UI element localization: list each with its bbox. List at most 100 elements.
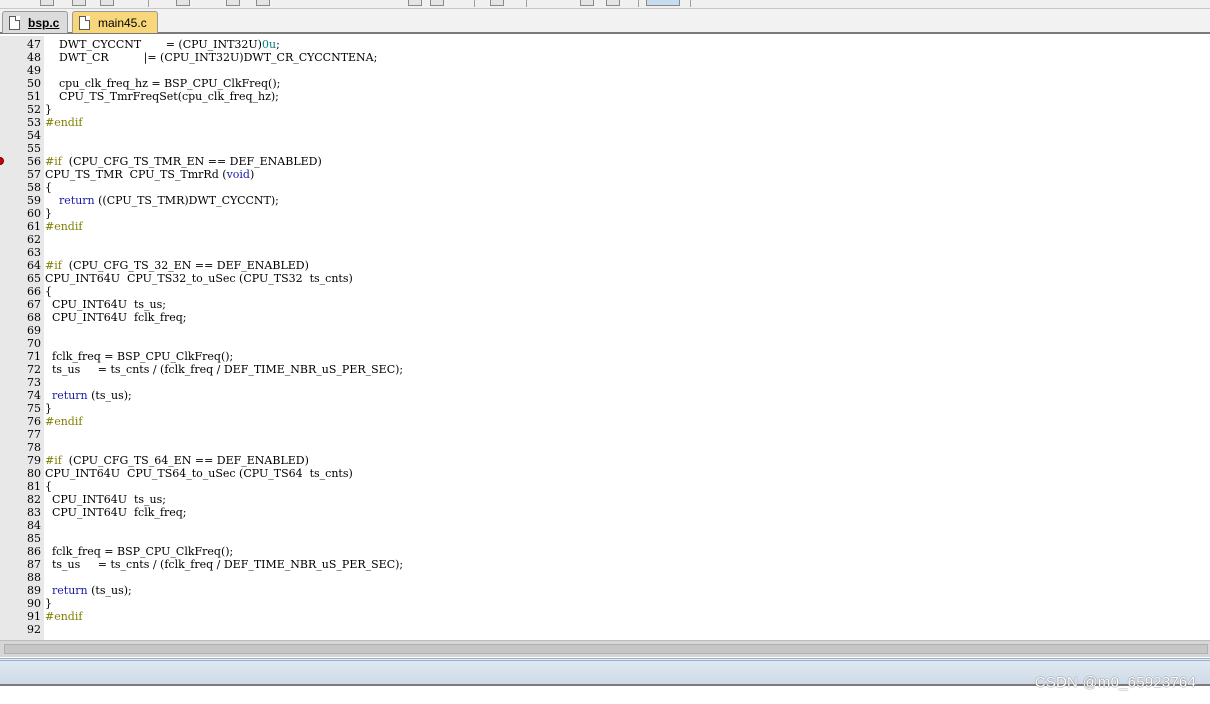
code-line[interactable]: 91 #endif xyxy=(0,610,1210,623)
code-line[interactable]: 60} xyxy=(0,207,1210,220)
line-number: 70 xyxy=(27,337,41,350)
code-line[interactable]: 57 CPU_TS_TMR CPU_TS_TmrRd (void) xyxy=(0,168,1210,181)
code-token: ts_us = ts_cnts / (fclk_freq / DEF_TIME_… xyxy=(45,558,404,571)
code-line[interactable]: 54 xyxy=(0,129,1210,142)
code-line[interactable]: 70 xyxy=(0,337,1210,350)
line-number: 47 xyxy=(27,38,41,51)
code-text: #endif xyxy=(45,220,82,233)
code-token: CPU_INT64U CPU_TS32_to_uSec (CPU_TS32 ts… xyxy=(45,272,353,285)
toolbar-button[interactable] xyxy=(580,0,594,6)
code-line[interactable]: 92 xyxy=(0,623,1210,636)
line-number: 64 xyxy=(27,259,41,272)
code-line[interactable]: 58 { xyxy=(0,181,1210,194)
keyword-token: void xyxy=(226,168,250,181)
code-line[interactable]: 76 #endif xyxy=(0,415,1210,428)
code-line[interactable]: 86 fclk_freq = BSP_CPU_ClkFreq(); xyxy=(0,545,1210,558)
code-line[interactable]: 62 xyxy=(0,233,1210,246)
code-text: CPU_INT64U CPU_TS32_to_uSec (CPU_TS32 ts… xyxy=(45,272,353,285)
code-line[interactable]: 55 xyxy=(0,142,1210,155)
code-line[interactable]: 65 CPU_INT64U CPU_TS32_to_uSec (CPU_TS32 … xyxy=(0,272,1210,285)
editor-tab-bar: bsp.c main45.c xyxy=(0,9,1210,34)
code-line[interactable]: 71 fclk_freq = BSP_CPU_ClkFreq(); xyxy=(0,350,1210,363)
code-line[interactable]: 72 ts_us = ts_cnts / (fclk_freq / DEF_TI… xyxy=(0,363,1210,376)
code-text: ts_us = ts_cnts / (fclk_freq / DEF_TIME_… xyxy=(45,363,403,376)
code-token: } xyxy=(45,402,52,415)
code-line[interactable]: 51 CPU_TS_TmrFreqSet(cpu_clk_freq_hz); xyxy=(0,90,1210,103)
toolbar-button[interactable] xyxy=(100,0,114,6)
code-line[interactable]: 74 return (ts_us); xyxy=(0,389,1210,402)
code-token: CPU_INT64U CPU_TS64_to_uSec (CPU_TS64 ts… xyxy=(45,467,353,480)
line-number: 49 xyxy=(27,64,41,77)
code-token: (ts_us); xyxy=(87,389,132,402)
code-line[interactable]: 53 #endif xyxy=(0,116,1210,129)
code-line[interactable]: 61 #endif xyxy=(0,220,1210,233)
code-editor[interactable]: 47 DWT_CYCCNT = (CPU_INT32U)0u; 48 DWT_CR… xyxy=(0,36,1210,640)
code-line[interactable]: 50 cpu_clk_freq_hz = BSP_CPU_ClkFreq(); xyxy=(0,77,1210,90)
code-token: } xyxy=(45,207,52,220)
toolbar-button[interactable] xyxy=(430,0,444,6)
toolbar-button[interactable] xyxy=(256,0,270,6)
code-line[interactable]: 85 xyxy=(0,532,1210,545)
line-number: 67 xyxy=(27,298,41,311)
code-line[interactable]: 64 #if (CPU_CFG_TS_32_EN == DEF_ENABLED) xyxy=(0,259,1210,272)
code-line[interactable]: 90} xyxy=(0,597,1210,610)
line-number: 83 xyxy=(27,506,41,519)
code-line[interactable]: 67 CPU_INT64U ts_us; xyxy=(0,298,1210,311)
code-line[interactable]: 82 CPU_INT64U ts_us; xyxy=(0,493,1210,506)
code-text: fclk_freq = BSP_CPU_ClkFreq(); xyxy=(45,350,233,363)
code-line[interactable]: 48 DWT_CR |= (CPU_INT32U)DWT_CR_CYCCNTEN… xyxy=(0,51,1210,64)
toolbar-separator xyxy=(690,0,691,7)
code-token: (CPU_CFG_TS_32_EN == DEF_ENABLED) xyxy=(61,259,309,272)
code-line[interactable]: 81 { xyxy=(0,480,1210,493)
code-line[interactable]: 56 #if (CPU_CFG_TS_TMR_EN == DEF_ENABLED) xyxy=(0,155,1210,168)
line-number: 65 xyxy=(27,272,41,285)
keyword-token: return xyxy=(59,194,95,207)
code-text: CPU_TS_TMR CPU_TS_TmrRd (void) xyxy=(45,168,254,181)
tab-bsp-c[interactable]: bsp.c xyxy=(2,11,68,33)
code-line[interactable]: 77 xyxy=(0,428,1210,441)
toolbar-button[interactable] xyxy=(646,0,680,6)
code-line[interactable]: 75} xyxy=(0,402,1210,415)
toolbar-button[interactable] xyxy=(606,0,620,6)
code-line[interactable]: 49 xyxy=(0,64,1210,77)
toolbar-button[interactable] xyxy=(40,0,54,6)
code-text: return (ts_us); xyxy=(45,584,132,597)
toolbar-button[interactable] xyxy=(490,0,504,6)
line-number: 73 xyxy=(27,376,41,389)
horizontal-scrollbar[interactable] xyxy=(0,640,1210,657)
code-text: } xyxy=(45,402,52,415)
line-number: 59 xyxy=(27,194,41,207)
code-line[interactable]: 88 xyxy=(0,571,1210,584)
tab-main45-c[interactable]: main45.c xyxy=(72,11,158,33)
code-line[interactable]: 63 xyxy=(0,246,1210,259)
code-token: CPU_INT64U fclk_freq; xyxy=(45,506,187,519)
code-line[interactable]: 87 ts_us = ts_cnts / (fclk_freq / DEF_TI… xyxy=(0,558,1210,571)
code-line[interactable]: 68 CPU_INT64U fclk_freq; xyxy=(0,311,1210,324)
code-token: DWT_CR |= (CPU_INT32U)DWT_CR_CYCCNTENA; xyxy=(45,51,378,64)
scrollbar-thumb[interactable] xyxy=(4,644,1208,654)
code-line[interactable]: 66 { xyxy=(0,285,1210,298)
code-line[interactable]: 84 xyxy=(0,519,1210,532)
code-line[interactable]: 69 xyxy=(0,324,1210,337)
toolbar-button[interactable] xyxy=(176,0,190,6)
code-line[interactable]: 73 xyxy=(0,376,1210,389)
code-line[interactable]: 83 CPU_INT64U fclk_freq; xyxy=(0,506,1210,519)
code-token: } xyxy=(45,597,52,610)
code-line[interactable]: 79 #if (CPU_CFG_TS_64_EN == DEF_ENABLED) xyxy=(0,454,1210,467)
keyword-token: return xyxy=(52,584,88,597)
code-token: CPU_INT64U ts_us; xyxy=(45,493,166,506)
code-text: CPU_INT64U fclk_freq; xyxy=(45,506,186,519)
code-line[interactable]: 78 xyxy=(0,441,1210,454)
code-line[interactable]: 80 CPU_INT64U CPU_TS64_to_uSec (CPU_TS64 … xyxy=(0,467,1210,480)
code-line[interactable]: 47 DWT_CYCCNT = (CPU_INT32U)0u; xyxy=(0,38,1210,51)
code-text: #if (CPU_CFG_TS_64_EN == DEF_ENABLED) xyxy=(45,454,309,467)
toolbar-button[interactable] xyxy=(226,0,240,6)
line-number: 91 xyxy=(27,610,41,623)
toolbar-button[interactable] xyxy=(72,0,86,6)
code-line[interactable]: 89 return (ts_us); xyxy=(0,584,1210,597)
code-token: { xyxy=(45,285,52,298)
code-line[interactable]: 59 return ((CPU_TS_TMR)DWT_CYCCNT); xyxy=(0,194,1210,207)
toolbar-button[interactable] xyxy=(408,0,422,6)
code-line[interactable]: 52} xyxy=(0,103,1210,116)
